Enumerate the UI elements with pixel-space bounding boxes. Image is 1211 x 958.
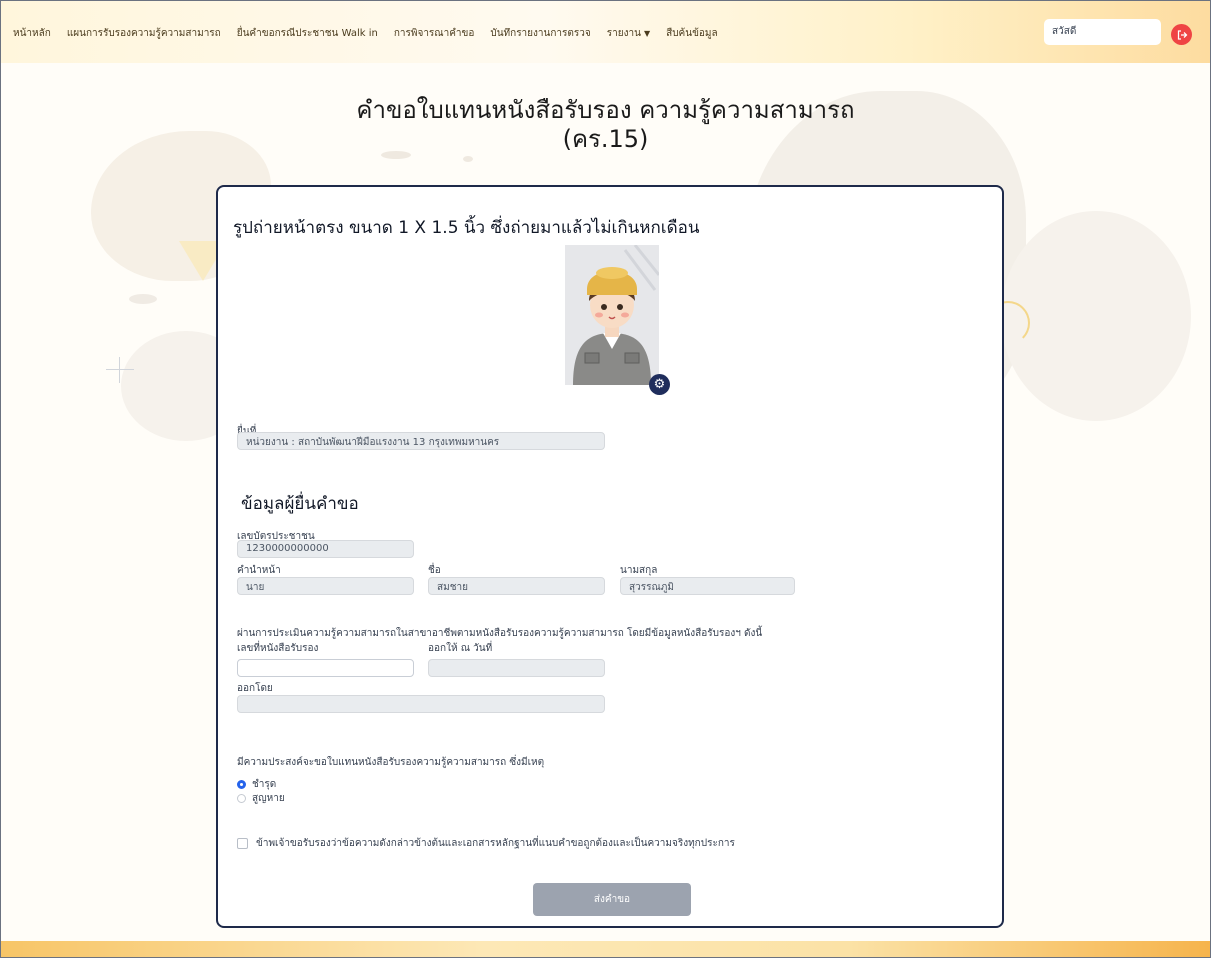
lastname-label: นามสกุล — [620, 565, 658, 576]
avatar-illustration — [565, 245, 659, 385]
main-nav: หน้าหลัก แผนการรับรองความรู้ความสามารถ ย… — [13, 26, 734, 41]
cert-no-label: เลขที่หนังสือรับรอง — [237, 643, 319, 654]
nav-item-reports-label: รายงาน — [606, 28, 641, 39]
page-title-line2: (คร.15) — [562, 125, 649, 153]
nav-item-home[interactable]: หน้าหลัก — [13, 26, 51, 41]
lastname-field: สุวรรณภูมิ — [620, 577, 795, 595]
issue-date-field — [428, 659, 605, 677]
assessment-text: ผ่านการประเมินความรู้ความสามารถในสาขาอาช… — [237, 628, 763, 639]
page-title: คำขอใบแทนหนังสือรับรอง ความรู้ความสามารถ… — [1, 96, 1210, 154]
certify-row[interactable]: ข้าพเจ้าขอรับรองว่าข้อความดังกล่าวข้างต้… — [237, 836, 735, 851]
gear-icon: ⚙ — [653, 377, 666, 392]
photo-settings-button[interactable]: ⚙ — [649, 374, 670, 395]
applicant-photo — [565, 245, 659, 385]
photo-heading: รูปถ่ายหน้าตรง ขนาด 1 X 1.5 นิ้ว ซึ่งถ่า… — [233, 218, 700, 238]
request-form-card: รูปถ่ายหน้าตรง ขนาด 1 X 1.5 นิ้ว ซึ่งถ่า… — [216, 185, 1004, 928]
nav-item-walk-in-request[interactable]: ยื่นคำขอกรณีประชาชน Walk in — [237, 26, 378, 41]
logout-button[interactable] — [1171, 24, 1192, 45]
firstname-label: ชื่อ — [428, 565, 441, 576]
background-blob — [1001, 211, 1191, 421]
nav-item-request-review[interactable]: การพิจารณาคำขอ — [394, 26, 475, 41]
applicant-section-title: ข้อมูลผู้ยื่นคำขอ — [241, 494, 359, 514]
radio-unselected[interactable] — [237, 794, 246, 803]
submit-button[interactable]: ส่งคำขอ — [533, 883, 691, 916]
firstname-field: สมชาย — [428, 577, 605, 595]
submit-at-field: หน่วยงาน : สถาบันพัฒนาฝีมือแรงงาน 13 กรุ… — [237, 432, 605, 450]
reason-option-damaged[interactable]: ชำรุด — [237, 777, 276, 792]
reason-label: มีความประสงค์จะขอใบแทนหนังสือรับรองความร… — [237, 757, 545, 768]
reason-option-lost[interactable]: สูญหาย — [237, 791, 285, 806]
user-greeting: สวัสดี — [1044, 19, 1161, 45]
issued-by-field — [237, 695, 605, 713]
footer-band — [1, 941, 1210, 957]
prefix-label: คำนำหน้า — [237, 565, 281, 576]
background-sparkle — [106, 369, 134, 370]
background-sparkle — [119, 357, 120, 383]
nav-item-reports-dropdown[interactable]: รายงาน ▼ — [607, 26, 650, 41]
background-dot — [129, 294, 157, 304]
issued-by-label: ออกโดย — [237, 683, 273, 694]
logout-icon — [1177, 29, 1187, 40]
reason-option-label: สูญหาย — [252, 793, 285, 804]
page-title-line1: คำขอใบแทนหนังสือรับรอง ความรู้ความสามารถ — [356, 96, 855, 124]
certify-text: ข้าพเจ้าขอรับรองว่าข้อความดังกล่าวข้างต้… — [256, 838, 735, 849]
certify-checkbox[interactable] — [237, 838, 248, 849]
reason-option-label: ชำรุด — [252, 779, 277, 790]
prefix-field: นาย — [237, 577, 414, 595]
radio-selected[interactable] — [237, 780, 246, 789]
top-navbar: หน้าหลัก แผนการรับรองความรู้ความสามารถ ย… — [1, 1, 1210, 63]
background-dot — [463, 156, 473, 162]
page: หน้าหลัก แผนการรับรองความรู้ความสามารถ ย… — [0, 0, 1211, 958]
caret-down-icon: ▼ — [643, 29, 651, 38]
id-card-field: 1230000000000 — [237, 540, 414, 558]
nav-item-inspection-report[interactable]: บันทึกรายงานการตรวจ — [490, 26, 590, 41]
nav-item-search[interactable]: สืบค้นข้อมูล — [666, 26, 718, 41]
issue-date-label: ออกให้ ณ วันที่ — [428, 643, 493, 654]
nav-item-certification-plan[interactable]: แผนการรับรองความรู้ความสามารถ — [67, 26, 221, 41]
cert-no-input[interactable] — [237, 659, 414, 677]
